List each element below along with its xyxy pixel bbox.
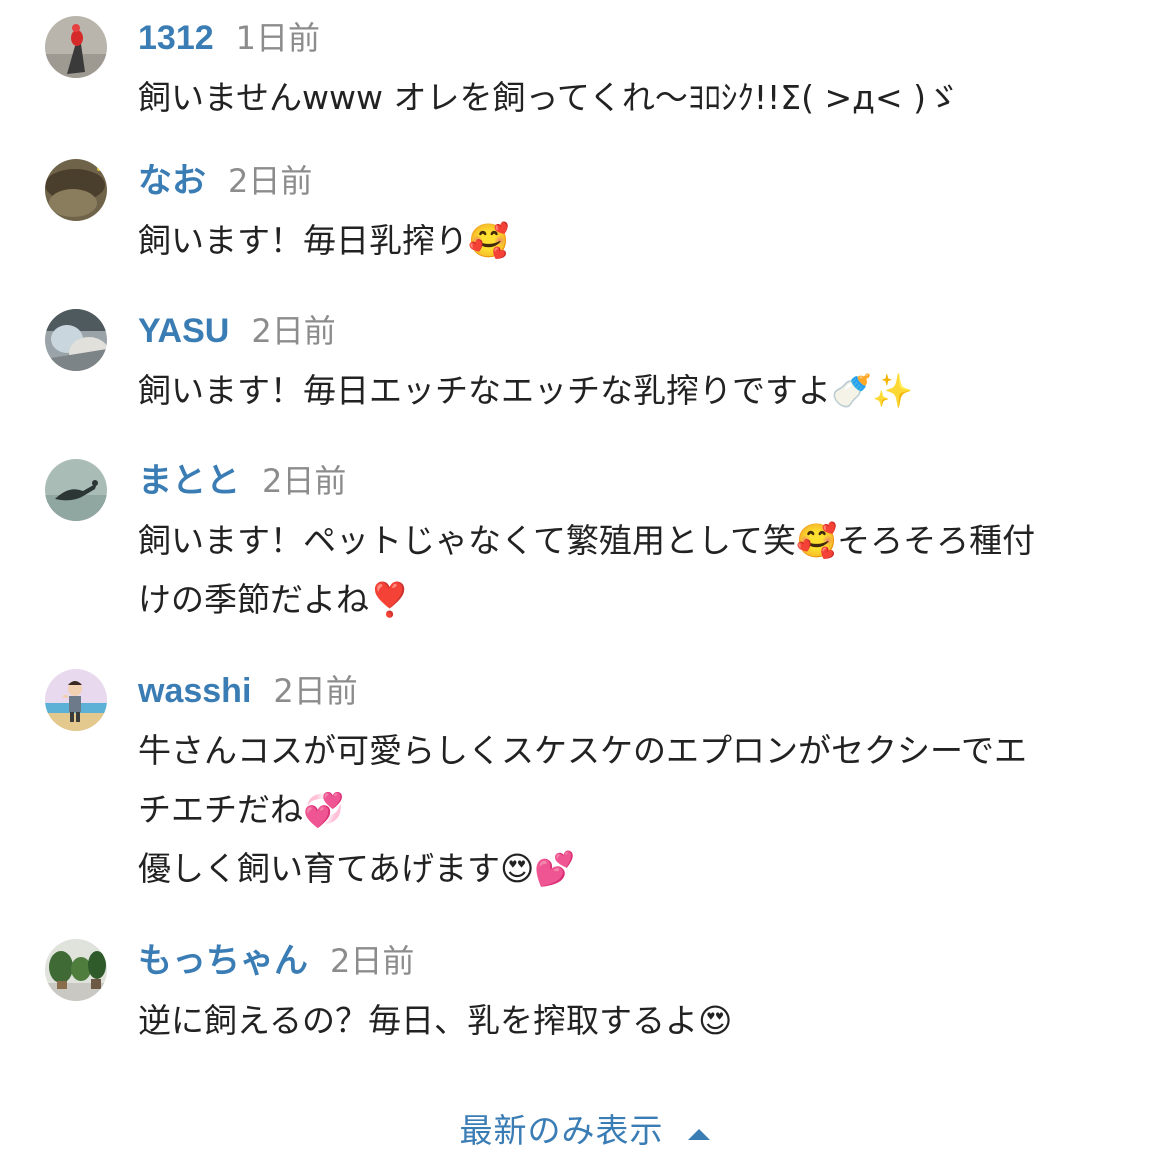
show-latest-only-label: 最新のみ表示 [459, 1111, 664, 1150]
comment-text-line: 優しく飼い育てあげます😍💕 [138, 849, 576, 888]
comment-author[interactable]: まとと [138, 462, 240, 500]
avatar[interactable] [45, 939, 107, 1001]
comment-time: 2日前 [228, 162, 313, 200]
comment-body: 飼います！毎日エッチなエッチな乳搾りですよ🍼✨ [138, 361, 1128, 420]
comment-meta: 1312 1日前 [138, 16, 320, 60]
comment-text-line: 飼います！ペットじゃなくて繁殖用として笑🥰そろそろ種付 [138, 521, 1036, 560]
comment-body: 逆に飼えるの？毎日、乳を搾取するよ😍 [138, 991, 1128, 1050]
comment-text-line: チエチだね💞 [138, 790, 345, 829]
comment-time: 1日前 [235, 19, 321, 57]
comment-body: 飼います！毎日乳搾り🥰 [138, 211, 1128, 270]
comment-time: 2日前 [330, 942, 415, 980]
comment-meta: YASU 2日前 [138, 309, 336, 353]
comment-text-line: 飼いませんwww オレを飼ってくれ〜ﾖﾛｼｸ!!Σ( >д< )ゞ [138, 78, 959, 117]
comment-text-line: けの季節だよね❣️ [138, 580, 411, 619]
caret-up-icon [687, 1129, 710, 1140]
person-photo-avatar-icon [45, 309, 107, 371]
avatar[interactable] [45, 309, 107, 371]
comment-text-line: 飼います！毎日エッチなエッチな乳搾りですよ🍼✨ [138, 371, 914, 410]
avatar[interactable] [45, 459, 107, 521]
comment-body: 飼います！ペットじゃなくて繁殖用として笑🥰そろそろ種付 けの季節だよね❣️ [138, 511, 1128, 629]
comment-text-line: 逆に飼えるの？毎日、乳を搾取するよ😍 [138, 1001, 733, 1040]
avatar[interactable] [45, 669, 107, 731]
beach-character-avatar-icon [45, 669, 107, 731]
comment-meta: まとと 2日前 [138, 459, 346, 503]
comment-text-line: 飼います！毎日乳搾り🥰 [138, 221, 510, 260]
brown-hat-avatar-icon [45, 159, 107, 221]
comment-author[interactable]: YASU [138, 312, 229, 350]
comment-body: 牛さんコスが可愛らしくスケスケのエプロンがセクシーでエ チエチだね💞 優しく飼い… [138, 721, 1128, 898]
red-bird-avatar-icon [45, 16, 107, 78]
comment-meta: wasshi 2日前 [138, 669, 358, 713]
plants-avatar-icon [45, 939, 107, 1001]
comment-body: 飼いませんwww オレを飼ってくれ〜ﾖﾛｼｸ!!Σ( >д< )ゞ [138, 68, 1128, 127]
comment-author[interactable]: wasshi [138, 672, 251, 710]
bird-on-water-avatar-icon [45, 459, 107, 521]
avatar[interactable] [45, 159, 107, 221]
comment-author[interactable]: なお [138, 162, 206, 200]
comment-text-line: 牛さんコスが可愛らしくスケスケのエプロンがセクシーでエ [138, 731, 1028, 770]
comment-time: 2日前 [251, 312, 336, 350]
show-latest-only-button[interactable]: 最新のみ表示 [0, 1106, 1169, 1156]
comment-meta: もっちゃん 2日前 [138, 939, 414, 983]
comment-author[interactable]: 1312 [138, 19, 214, 57]
comment-time: 2日前 [262, 462, 347, 500]
comment-author[interactable]: もっちゃん [138, 942, 308, 980]
avatar[interactable] [45, 16, 107, 78]
comment-meta: なお 2日前 [138, 159, 312, 203]
comment-time: 2日前 [273, 672, 358, 710]
